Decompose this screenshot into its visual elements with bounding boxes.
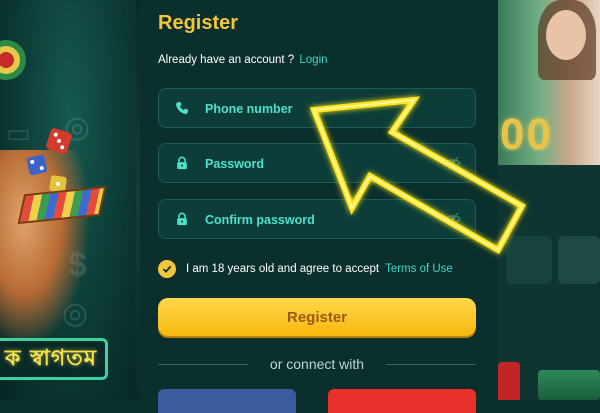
- banner-edge: [136, 0, 140, 400]
- password-input[interactable]: [203, 144, 457, 184]
- facebook-login-button[interactable]: [158, 389, 296, 413]
- register-form: Register Already have an account ? Login: [158, 0, 478, 413]
- promo-tile: [498, 362, 520, 400]
- password-field[interactable]: [158, 143, 476, 184]
- bonus-amount-graphic: 00: [500, 110, 553, 159]
- login-link[interactable]: Login: [299, 54, 327, 66]
- promo-photo: 00: [498, 0, 600, 165]
- confirm-password-field[interactable]: [158, 199, 476, 240]
- age-agreement-row: I am 18 years old and agree to accept Te…: [158, 259, 453, 279]
- eye-hidden-icon[interactable]: [445, 212, 461, 226]
- page-title: Register: [158, 12, 239, 34]
- blue-dice-icon: [26, 154, 48, 176]
- eye-hidden-icon[interactable]: [445, 156, 461, 170]
- model-face: [546, 10, 586, 60]
- confirm-password-input[interactable]: [203, 200, 457, 240]
- google-login-button[interactable]: [328, 389, 476, 413]
- account-prompt: Already have an account ? Login: [158, 54, 328, 66]
- right-promo-banner: 00: [498, 0, 600, 400]
- checkmark-icon: [162, 265, 172, 273]
- character-illustration: [0, 150, 90, 350]
- welcome-banner-text: ক স্বাগতম: [0, 338, 108, 380]
- phone-input[interactable]: [203, 89, 457, 129]
- phone-field[interactable]: [158, 88, 476, 129]
- promo-tile: [558, 236, 600, 284]
- lock-icon: [177, 212, 187, 226]
- divider-line: [386, 364, 476, 365]
- social-divider: or connect with: [158, 354, 476, 374]
- lock-icon: [177, 156, 187, 170]
- register-button[interactable]: Register: [158, 298, 476, 336]
- cash-icon: ▭: [6, 118, 31, 148]
- terms-of-use-link[interactable]: Terms of Use: [385, 263, 453, 275]
- left-promo-banner: ▭ ◎ $ ◎ ♣ ক স্বাগতম: [0, 0, 140, 400]
- promo-tile: [538, 370, 600, 400]
- age-agreement-checkbox[interactable]: [158, 260, 176, 278]
- promo-tile: [506, 236, 552, 284]
- age-agreement-text: I am 18 years old and agree to accept: [186, 263, 380, 275]
- phone-icon: [176, 101, 189, 114]
- casino-emblem-icon: [0, 40, 26, 80]
- account-prompt-text: Already have an account ?: [158, 54, 295, 66]
